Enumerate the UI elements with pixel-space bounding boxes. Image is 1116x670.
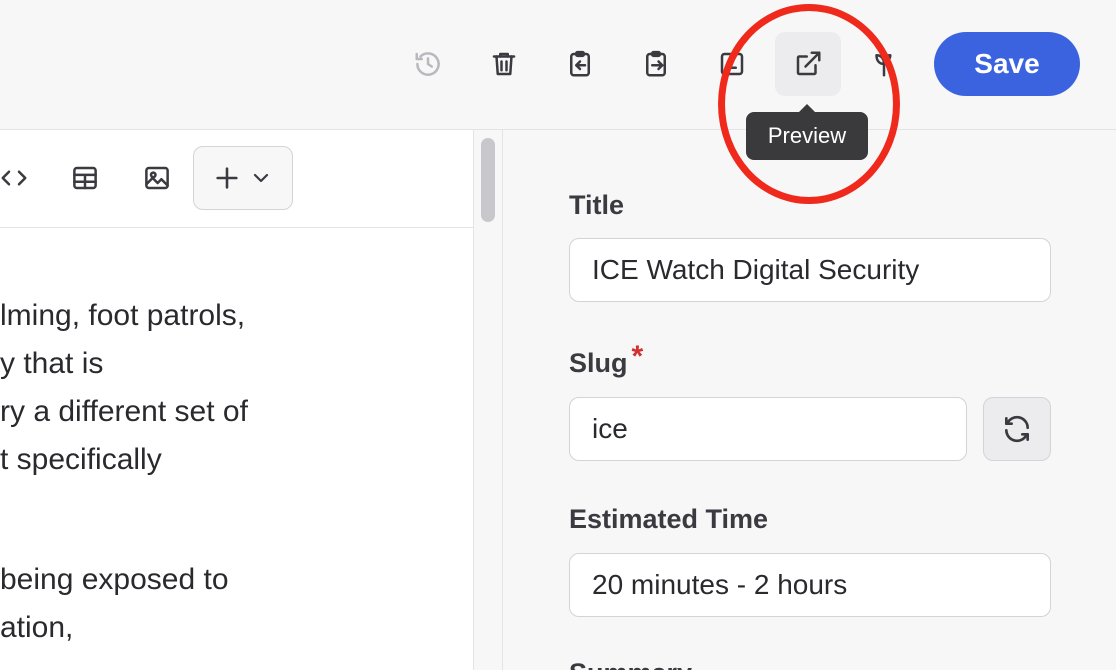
slug-label: Slug * [569, 340, 643, 380]
history-button[interactable] [395, 32, 461, 96]
save-draft-icon [720, 52, 744, 76]
title-label: Title [569, 190, 625, 220]
editor-body[interactable]: lming, foot patrols, y that is ry a diff… [0, 228, 473, 670]
export-button[interactable] [623, 32, 689, 96]
top-toolbar: Save [0, 0, 1116, 130]
estimated-time-input[interactable]: 20 minutes - 2 hours [569, 553, 1051, 617]
estimated-time-label: Estimated Time [569, 504, 769, 534]
slug-label-text: Slug [569, 348, 628, 378]
delete-button[interactable] [471, 32, 537, 96]
text-line: y that is [0, 347, 104, 380]
editor-toolbar [0, 130, 473, 228]
trash-icon [492, 52, 516, 76]
import-button[interactable] [547, 32, 613, 96]
code-icon [1, 170, 27, 186]
save-button[interactable]: Save [934, 32, 1080, 96]
text-line: ry a different set of [0, 395, 248, 428]
plus-icon [216, 167, 238, 189]
slug-input[interactable]: ice [569, 397, 967, 461]
regenerate-slug-button[interactable] [983, 397, 1051, 461]
plant-icon [875, 54, 892, 77]
content-editor: lming, foot patrols, y that is ry a diff… [0, 130, 474, 670]
image-button[interactable] [133, 148, 181, 208]
preview-button[interactable] [775, 32, 841, 96]
external-link-icon [796, 51, 821, 76]
text-line: t specifically [0, 443, 162, 476]
preview-tooltip: Preview [746, 104, 868, 160]
title-input[interactable]: ICE Watch Digital Security [569, 238, 1051, 302]
code-button[interactable] [0, 148, 38, 208]
settings-panel: Title ICE Watch Digital Security Slug * i… [502, 130, 1116, 670]
clipboard-import-icon [570, 50, 590, 77]
summary-label: Summary [569, 658, 692, 670]
required-marker: * [631, 340, 644, 373]
history-icon [415, 52, 440, 76]
text-line: ation, [0, 611, 74, 644]
clipboard-export-icon [646, 50, 666, 77]
image-icon [145, 166, 169, 190]
text-line: lming, foot patrols, [0, 299, 246, 332]
insert-dropdown-button[interactable] [193, 146, 293, 210]
text-line: being exposed to [0, 563, 229, 596]
publish-button[interactable] [851, 32, 917, 96]
chevron-down-icon [253, 173, 269, 183]
scrollbar-thumb[interactable] [481, 138, 495, 222]
table-button[interactable] [61, 148, 109, 208]
table-icon [73, 166, 97, 190]
refresh-icon [1005, 415, 1029, 443]
save-draft-button[interactable] [699, 32, 765, 96]
